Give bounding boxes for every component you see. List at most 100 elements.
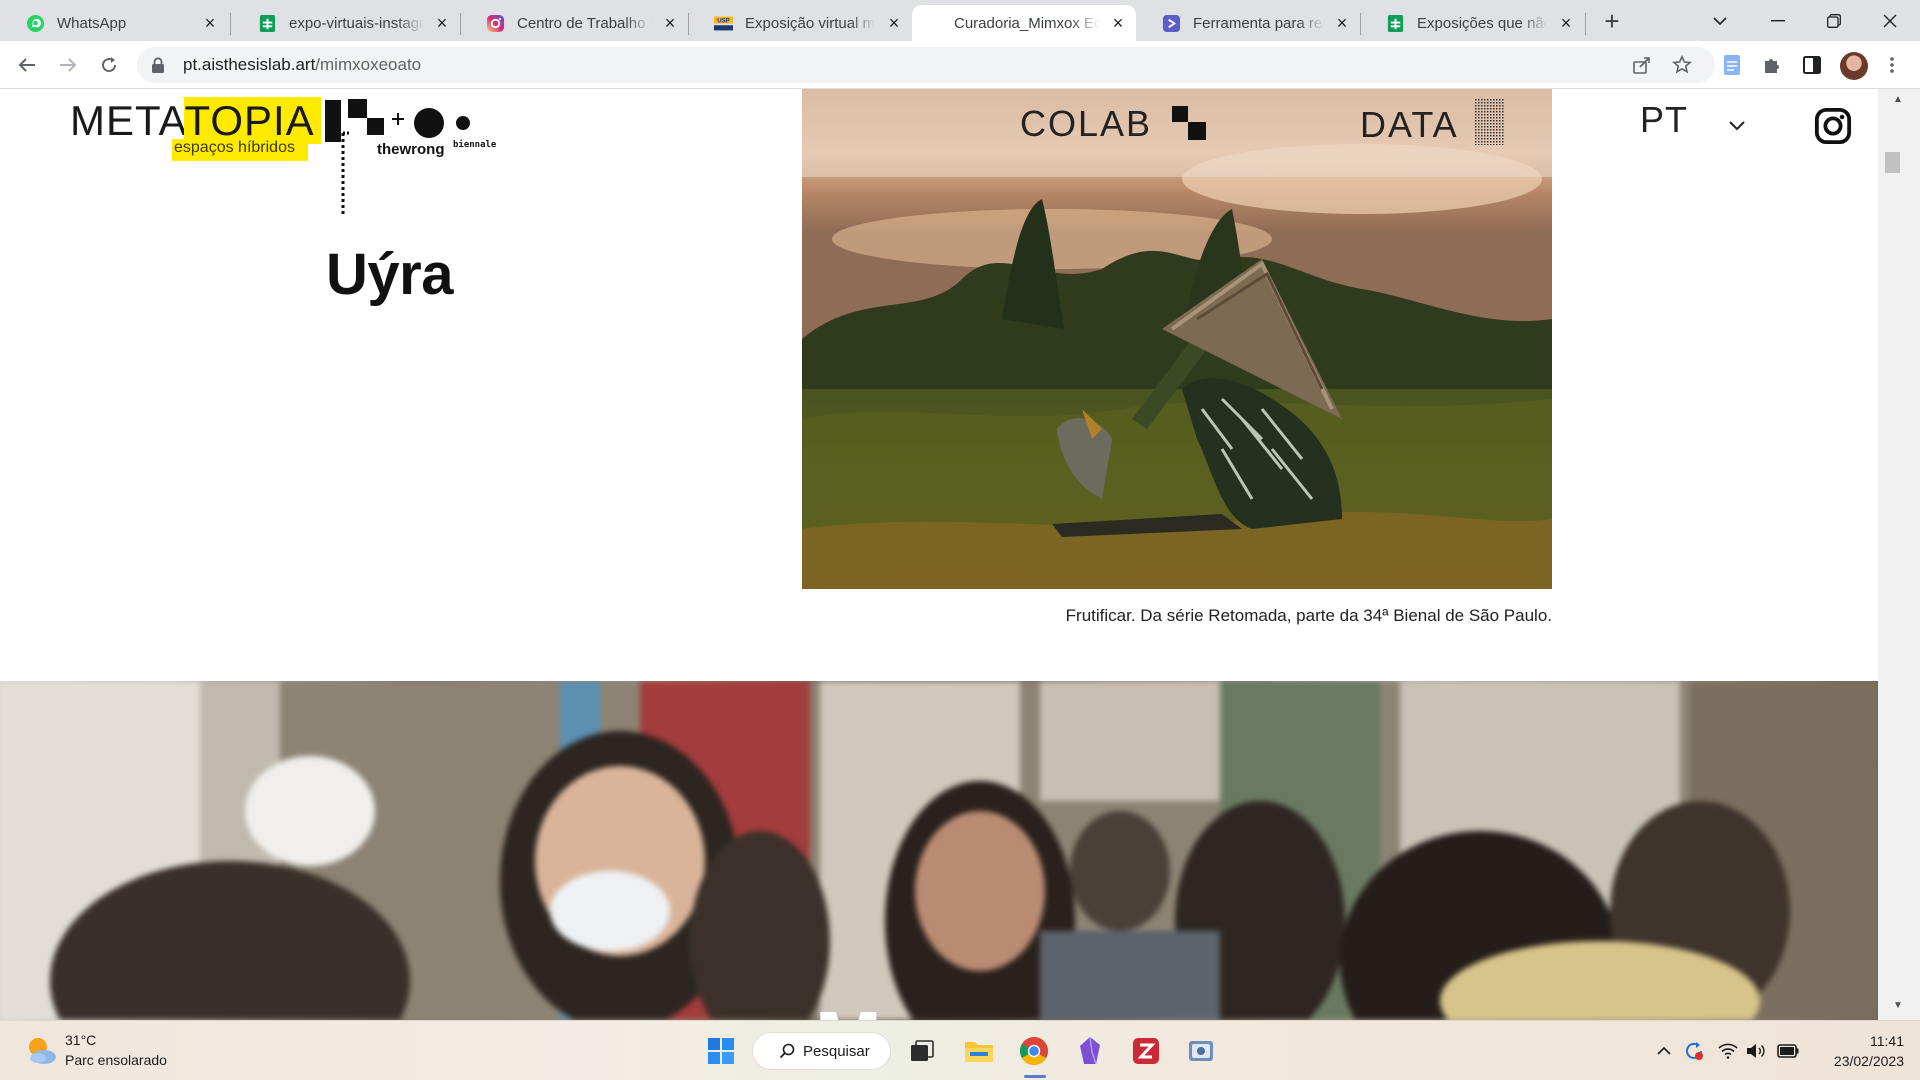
weather-temperature[interactable]: 31°C bbox=[65, 1032, 96, 1048]
logo-meta-text: META bbox=[70, 97, 185, 144]
close-icon[interactable]: × bbox=[1110, 14, 1126, 32]
tab-whatsapp[interactable]: WhatsApp × bbox=[0, 5, 228, 41]
tab-title: expo-virtuais-instagram bbox=[289, 14, 424, 32]
clock-time[interactable]: 11:41 bbox=[1860, 1033, 1904, 1049]
chrome-icon[interactable] bbox=[1018, 1035, 1050, 1067]
page-viewport: METATOPIA espaços híbridos thewrong bien… bbox=[0, 89, 1878, 1020]
tab-curadoria-active[interactable]: Curadoria_Mimxox Ec × bbox=[912, 5, 1136, 41]
new-tab-button[interactable]: + bbox=[1598, 6, 1626, 36]
tab-expo-virtuais[interactable]: expo-virtuais-instagram × bbox=[232, 5, 460, 41]
gradio-icon bbox=[1162, 14, 1181, 33]
forward-button[interactable] bbox=[50, 47, 86, 83]
sheets-icon bbox=[1386, 14, 1405, 33]
nav-colab-link[interactable]: COLAB bbox=[1020, 103, 1210, 145]
tab-centro-trabalho[interactable]: Centro de Trabalho In × bbox=[460, 5, 688, 41]
tab-exposicao-virtual[interactable]: USP Exposição virtual mos × bbox=[688, 5, 912, 41]
wrong-logo-biennale: biennale bbox=[453, 140, 497, 150]
background-video-frame bbox=[0, 681, 1878, 1020]
battery-charging-icon[interactable] bbox=[1776, 1039, 1800, 1063]
bookmark-star-icon[interactable] bbox=[1668, 51, 1696, 79]
browser-menu-icon[interactable] bbox=[1880, 53, 1904, 77]
url-host: pt.aisthesislab.art bbox=[183, 55, 316, 74]
close-icon[interactable]: × bbox=[662, 14, 678, 32]
nav-data-label: DATA bbox=[1360, 104, 1457, 145]
tab-title: Exposição virtual mos bbox=[745, 14, 876, 32]
instagram-icon[interactable] bbox=[1814, 107, 1852, 145]
weather-description[interactable]: Parc ensolarado bbox=[65, 1052, 167, 1068]
url-path: /mimxoxeoato bbox=[315, 55, 422, 74]
search-icon bbox=[779, 1043, 795, 1059]
extensions-puzzle-icon[interactable] bbox=[1760, 53, 1784, 77]
svg-text:USP: USP bbox=[717, 18, 729, 24]
close-icon[interactable]: × bbox=[202, 14, 218, 32]
lock-icon[interactable] bbox=[151, 57, 165, 73]
obsidian-icon[interactable] bbox=[1074, 1035, 1106, 1067]
close-icon[interactable]: × bbox=[886, 14, 902, 32]
nav-data-link[interactable]: DATA bbox=[1360, 99, 1505, 146]
windows-start-icon[interactable] bbox=[705, 1035, 737, 1067]
close-icon[interactable]: × bbox=[434, 14, 450, 32]
restore-button[interactable] bbox=[1804, 0, 1864, 41]
tab-title: Ferramenta para rem bbox=[1193, 14, 1324, 32]
minimize-button[interactable] bbox=[1748, 0, 1808, 41]
hero-artwork-image bbox=[802, 89, 1552, 589]
profile-avatar[interactable] bbox=[1840, 52, 1868, 80]
chrome-active-indicator bbox=[1024, 1075, 1046, 1078]
tab-strip: WhatsApp × expo-virtuais-instagram × Cen… bbox=[0, 0, 1920, 41]
logo-subtitle: espaços híbridos bbox=[172, 139, 308, 161]
language-selector[interactable]: PT bbox=[1640, 99, 1688, 141]
scroll-thumb[interactable] bbox=[1885, 152, 1900, 173]
share-icon[interactable] bbox=[1628, 51, 1656, 79]
wifi-icon[interactable] bbox=[1716, 1039, 1740, 1063]
nav-colab-label: COLAB bbox=[1020, 103, 1153, 144]
tab-title: Curadoria_Mimxox Ec bbox=[954, 14, 1100, 32]
weather-sun-cloud-icon[interactable] bbox=[24, 1033, 58, 1067]
tab-ferramenta[interactable]: Ferramenta para rem × bbox=[1136, 5, 1360, 41]
tray-overflow-chevron-icon[interactable] bbox=[1652, 1039, 1676, 1063]
search-label: Pesquisar bbox=[803, 1042, 870, 1060]
tab-search-button[interactable] bbox=[1690, 0, 1750, 41]
clock-date[interactable]: 23/02/2023 bbox=[1812, 1053, 1904, 1069]
close-icon[interactable]: × bbox=[1558, 14, 1574, 32]
overlay-title-letter: M bbox=[815, 994, 882, 1020]
data-dots-icon bbox=[1474, 99, 1505, 145]
artist-name-heading: Uýra bbox=[326, 242, 453, 307]
close-icon[interactable]: × bbox=[1334, 14, 1350, 32]
zotero-icon[interactable] bbox=[1130, 1035, 1162, 1067]
tab-exposicoes[interactable]: Exposições que não p × bbox=[1360, 5, 1584, 41]
instagram-icon bbox=[486, 14, 505, 33]
address-bar[interactable]: pt.aisthesislab.art/mimxoxeoato bbox=[137, 47, 1715, 83]
crowd-scene bbox=[0, 681, 1878, 1020]
chevron-down-icon[interactable] bbox=[1727, 115, 1747, 135]
tab-separator bbox=[230, 13, 231, 35]
whatsapp-icon bbox=[26, 14, 45, 33]
tab-title: WhatsApp bbox=[57, 14, 127, 32]
image-caption: Frutificar. Da série Retomada, parte da … bbox=[1065, 606, 1552, 625]
back-button[interactable] bbox=[9, 47, 45, 83]
file-explorer-icon[interactable] bbox=[963, 1035, 995, 1067]
tab-title: Exposições que não p bbox=[1417, 14, 1548, 32]
metatopia-logo[interactable]: METATOPIA bbox=[70, 97, 341, 145]
scroll-down-arrow-icon[interactable]: ▼ bbox=[1893, 1000, 1903, 1011]
colab-squares-icon bbox=[1172, 106, 1207, 140]
close-window-button[interactable] bbox=[1860, 0, 1920, 41]
usp-icon: USP bbox=[714, 14, 733, 33]
docs-extension-icon[interactable] bbox=[1720, 53, 1744, 77]
sheets-icon bbox=[258, 14, 277, 33]
side-panel-icon[interactable] bbox=[1800, 53, 1824, 77]
sync-icon[interactable] bbox=[1682, 1039, 1706, 1063]
browser-toolbar: pt.aisthesislab.art/mimxoxeoato bbox=[0, 41, 1920, 89]
wrong-logo-squares bbox=[348, 99, 384, 135]
windows-taskbar: 31°C Parc ensolarado Pesquisar 11:41 23/… bbox=[0, 1020, 1920, 1080]
volume-icon[interactable] bbox=[1744, 1039, 1768, 1063]
taskbar-search-box[interactable]: Pesquisar bbox=[753, 1033, 890, 1069]
task-view-icon[interactable] bbox=[906, 1035, 938, 1067]
page-scrollbar[interactable] bbox=[1878, 89, 1920, 1020]
tab-separator bbox=[1585, 13, 1586, 35]
logo-topia-text: TOPIA bbox=[184, 97, 321, 144]
snipping-tool-icon[interactable] bbox=[1185, 1035, 1217, 1067]
wrong-logo-text: thewrong bbox=[377, 141, 445, 158]
tab-title: Centro de Trabalho In bbox=[517, 14, 652, 32]
reload-button[interactable] bbox=[91, 47, 127, 83]
scroll-up-arrow-icon[interactable]: ▲ bbox=[1893, 94, 1903, 105]
